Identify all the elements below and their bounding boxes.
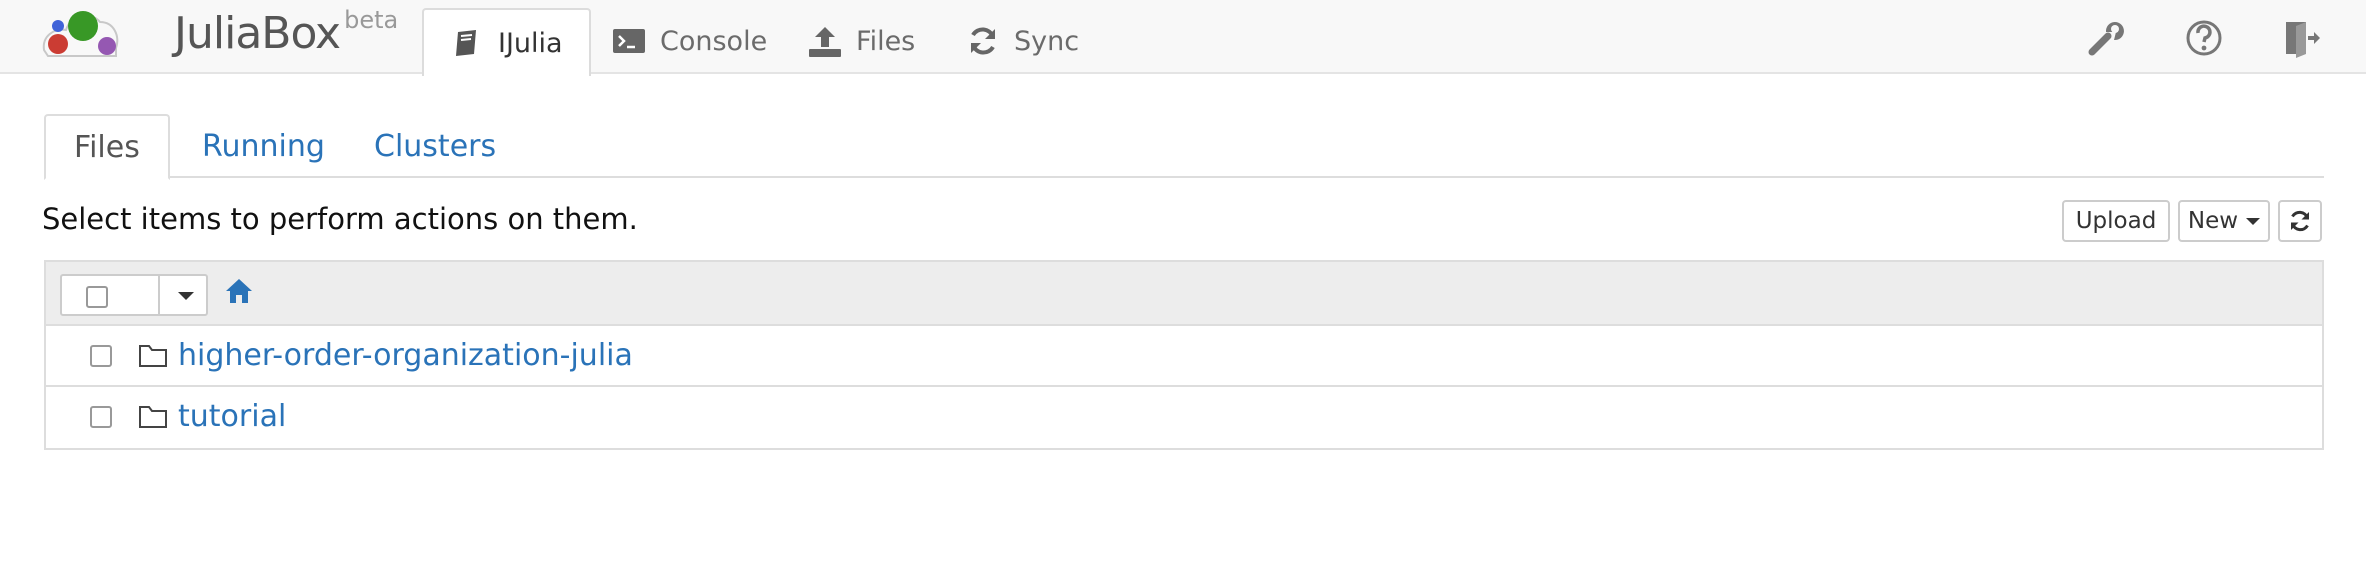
list-item[interactable]: higher-order-organization-julia — [46, 326, 2322, 387]
caret-down-icon — [2246, 217, 2261, 225]
tab-label: Running — [202, 128, 325, 164]
caret-down-icon[interactable] — [178, 292, 194, 300]
nav-tab-label: Files — [856, 25, 916, 57]
list-item[interactable]: tutorial — [46, 387, 2322, 448]
new-button-label: New — [2187, 208, 2239, 234]
beta-badge: beta — [344, 6, 399, 35]
nav-tab-sync[interactable]: Sync — [966, 8, 1079, 74]
selection-hint: Select items to perform actions on them. — [42, 202, 638, 236]
file-list-header — [46, 262, 2322, 326]
notebook-icon — [450, 26, 484, 60]
upload-button[interactable]: Upload — [2062, 200, 2170, 242]
file-list: higher-order-organization-julia tutorial — [44, 260, 2324, 450]
tab-running[interactable]: Running — [202, 114, 325, 178]
folder-icon — [139, 406, 167, 428]
folder-link[interactable]: higher-order-organization-julia — [178, 338, 633, 373]
upload-icon — [808, 24, 842, 58]
brand-name[interactable]: JuliaBox beta — [174, 6, 399, 59]
folder-link[interactable]: tutorial — [178, 399, 286, 434]
nav-tab-label: Console — [660, 25, 768, 57]
refresh-icon — [2291, 210, 2309, 232]
wrench-icon[interactable] — [2086, 18, 2126, 58]
nav-tab-files[interactable]: Files — [808, 8, 915, 74]
nav-tab-label: Sync — [1014, 25, 1080, 57]
select-all-control[interactable] — [60, 274, 208, 316]
item-checkbox[interactable] — [90, 406, 112, 428]
tab-label: Clusters — [374, 128, 497, 164]
juliabox-logo[interactable] — [40, 6, 122, 62]
terminal-icon — [612, 24, 646, 58]
file-browser-tabs: Files Running Clusters — [44, 114, 2324, 180]
tab-clusters[interactable]: Clusters — [374, 114, 496, 178]
new-dropdown-button[interactable]: New — [2178, 200, 2270, 242]
logout-icon[interactable] — [2282, 18, 2322, 58]
nav-tab-console[interactable]: Console — [612, 8, 767, 74]
sync-icon — [966, 24, 1000, 58]
tab-label: Files — [74, 129, 140, 165]
tab-files[interactable]: Files — [44, 114, 170, 180]
nav-tab-label: IJulia — [498, 27, 563, 59]
nav-tab-ijulia[interactable]: IJulia — [422, 8, 591, 76]
item-checkbox[interactable] — [90, 345, 112, 367]
help-icon[interactable] — [2184, 18, 2224, 58]
refresh-button[interactable] — [2278, 200, 2322, 242]
divider — [158, 276, 160, 314]
home-icon[interactable] — [224, 276, 254, 306]
top-navbar: JuliaBox beta IJulia Console Files Sync — [0, 0, 2366, 76]
select-all-checkbox[interactable] — [86, 286, 108, 308]
folder-icon — [139, 345, 167, 367]
